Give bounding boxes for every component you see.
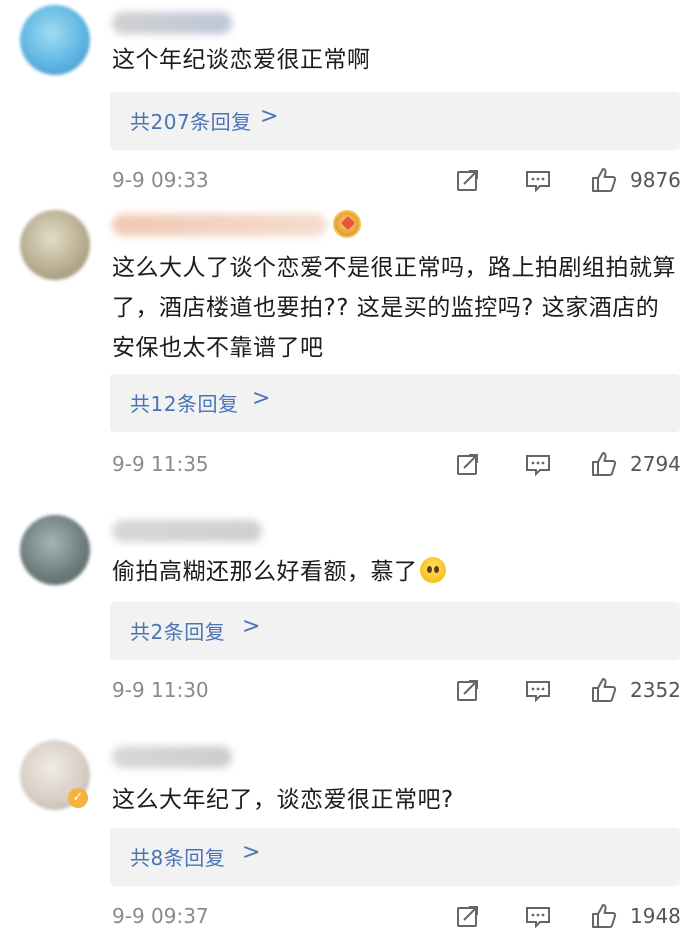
timestamp: 9-9 11:35 xyxy=(112,452,209,476)
comment-icon[interactable] xyxy=(524,902,552,930)
view-replies-link[interactable]: 共12条回复 xyxy=(130,388,238,417)
chevron-right-icon: > xyxy=(242,840,261,865)
share-icon[interactable] xyxy=(454,676,482,704)
avatar[interactable] xyxy=(20,515,90,585)
chevron-right-icon: > xyxy=(242,614,261,639)
comment-meta: 9-9 11:30 2352 xyxy=(0,676,700,706)
comment-text: 这么大年纪了，谈恋爱很正常吧? xyxy=(112,787,454,813)
share-icon[interactable] xyxy=(454,902,482,930)
crown-badge-icon xyxy=(333,210,361,238)
emoji-icon xyxy=(419,557,446,583)
username-blurred[interactable] xyxy=(112,214,327,236)
comment-icon[interactable] xyxy=(524,166,552,194)
comment-icon[interactable] xyxy=(524,676,552,704)
timestamp: 9-9 09:33 xyxy=(112,168,209,192)
comment-text: 这个年纪谈恋爱很正常啊 xyxy=(112,47,371,73)
thumbs-up-icon[interactable] xyxy=(590,902,618,930)
comment-meta: 9-9 09:37 1948 xyxy=(0,902,700,932)
like-count: 9876 xyxy=(630,168,681,192)
username-blurred[interactable] xyxy=(112,12,232,34)
thumbs-up-icon[interactable] xyxy=(590,450,618,478)
verified-badge-icon: ✓ xyxy=(68,788,88,808)
comment-meta: 9-9 11:35 2794 xyxy=(0,450,700,480)
reply-box[interactable]: 共8条回复 > xyxy=(110,828,680,886)
comment-text: 这么大人了谈个恋爱不是很正常吗，路上拍剧组拍就算了，酒店楼道也要拍?? 这是买的… xyxy=(112,255,676,361)
reply-box[interactable]: 共2条回复 > xyxy=(110,602,680,660)
view-replies-link[interactable]: 共207条回复 xyxy=(130,106,252,135)
chevron-right-icon: > xyxy=(260,104,279,129)
comment-icon[interactable] xyxy=(524,450,552,478)
thumbs-up-icon[interactable] xyxy=(590,676,618,704)
comment-text: 偷拍高糊还那么好看额，慕了 xyxy=(112,552,682,592)
timestamp: 9-9 09:37 xyxy=(112,904,209,928)
timestamp: 9-9 11:30 xyxy=(112,678,209,702)
thumbs-up-icon[interactable] xyxy=(590,166,618,194)
avatar[interactable] xyxy=(20,5,90,75)
view-replies-link[interactable]: 共8条回复 xyxy=(130,842,225,871)
username-blurred[interactable] xyxy=(112,520,262,542)
view-replies-link[interactable]: 共2条回复 xyxy=(130,616,225,645)
username-blurred[interactable] xyxy=(112,746,232,768)
share-icon[interactable] xyxy=(454,166,482,194)
chevron-right-icon: > xyxy=(252,386,271,411)
like-count: 2794 xyxy=(630,452,681,476)
reply-box[interactable]: 共207条回复 > xyxy=(110,92,680,150)
like-count: 1948 xyxy=(630,904,681,928)
reply-box[interactable]: 共12条回复 > xyxy=(110,374,680,432)
comment-meta: 9-9 09:33 9876 xyxy=(0,166,700,196)
like-count: 2352 xyxy=(630,678,681,702)
avatar[interactable] xyxy=(20,210,90,280)
share-icon[interactable] xyxy=(454,450,482,478)
comment-text-content: 偷拍高糊还那么好看额，慕了 xyxy=(112,559,418,585)
